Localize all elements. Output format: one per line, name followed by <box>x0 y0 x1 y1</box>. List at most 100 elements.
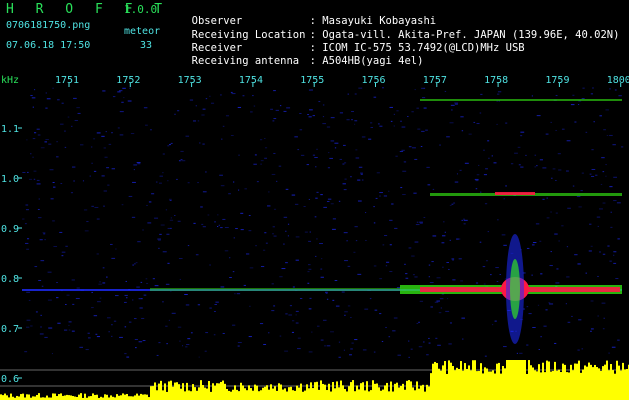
noise-speck <box>124 353 127 355</box>
meteor-echo-spread <box>510 259 520 319</box>
noise-speck <box>435 337 438 339</box>
histogram-bar <box>480 363 482 400</box>
noise-speck <box>211 102 215 104</box>
histogram-bar <box>538 364 540 400</box>
noise-speck <box>106 276 108 278</box>
noise-speck <box>272 120 275 122</box>
noise-speck <box>179 278 181 280</box>
histogram-bar <box>364 390 366 400</box>
noise-speck <box>178 258 183 260</box>
noise-speck <box>420 146 423 148</box>
noise-speck <box>609 134 613 136</box>
noise-speck <box>577 263 581 265</box>
noise-speck <box>32 138 36 140</box>
noise-speck <box>603 129 606 131</box>
noise-speck <box>26 319 31 321</box>
noise-speck <box>233 237 235 239</box>
noise-speck <box>379 313 382 315</box>
noise-speck <box>399 150 404 152</box>
noise-speck <box>476 174 480 176</box>
noise-speck <box>532 327 536 329</box>
noise-speck <box>198 356 200 358</box>
noise-speck <box>103 205 105 207</box>
noise-speck <box>205 98 208 100</box>
noise-speck <box>328 152 330 154</box>
time-tick-label: 1759 <box>545 75 569 86</box>
histogram-bar <box>562 363 564 400</box>
histogram-bar <box>354 391 356 400</box>
noise-speck <box>255 245 257 247</box>
histogram-bar <box>212 383 214 400</box>
noise-speck <box>327 167 331 169</box>
histogram-bar <box>320 380 322 400</box>
histogram-bar <box>104 394 106 400</box>
histogram-bar <box>264 386 266 400</box>
histogram-bar <box>296 385 298 400</box>
histogram-bar <box>132 396 134 400</box>
noise-speck <box>468 133 472 135</box>
noise-speck <box>355 157 360 159</box>
noise-speck <box>195 105 197 107</box>
noise-speck <box>49 169 54 171</box>
noise-speck <box>287 235 289 237</box>
noise-speck <box>531 95 533 97</box>
noise-speck <box>554 233 558 235</box>
noise-speck <box>475 282 479 284</box>
noise-speck <box>482 266 486 268</box>
noise-speck <box>248 336 252 338</box>
time-tick-label: 1756 <box>362 75 386 86</box>
noise-speck <box>389 106 393 108</box>
noise-speck <box>410 348 413 350</box>
noise-speck <box>271 310 275 312</box>
noise-speck <box>229 277 232 279</box>
histogram-bar <box>166 391 168 400</box>
noise-speck <box>347 93 350 95</box>
histogram-bar <box>172 386 174 400</box>
histogram-bar <box>332 381 334 400</box>
noise-speck <box>108 143 112 145</box>
histogram-bar <box>250 388 252 400</box>
histogram-bar <box>288 387 290 400</box>
noise-speck <box>103 147 106 149</box>
noise-speck <box>98 283 102 285</box>
noise-speck <box>40 260 45 262</box>
histogram-bar <box>22 393 24 400</box>
noise-speck <box>224 250 229 252</box>
histogram-bar <box>142 394 144 400</box>
noise-speck <box>546 197 548 199</box>
noise-speck <box>397 354 401 356</box>
noise-speck <box>430 306 433 308</box>
noise-speck <box>451 203 454 205</box>
histogram-bar <box>574 363 576 400</box>
noise-speck <box>394 227 398 229</box>
noise-speck <box>68 321 72 323</box>
noise-speck <box>458 238 461 240</box>
noise-speck <box>318 101 321 103</box>
noise-speck <box>171 312 176 314</box>
noise-speck <box>590 245 593 247</box>
histogram-bar <box>412 387 414 400</box>
noise-speck <box>170 227 172 229</box>
noise-speck <box>168 319 171 321</box>
noise-speck <box>386 261 390 263</box>
noise-speck <box>97 301 101 303</box>
histogram-bar <box>336 381 338 400</box>
time-tick-label: 1752 <box>116 75 140 86</box>
noise-speck <box>103 190 107 192</box>
noise-speck <box>597 315 599 317</box>
noise-speck <box>452 279 456 281</box>
noise-speck <box>279 276 283 278</box>
noise-speck <box>582 87 585 89</box>
noise-speck <box>124 326 127 328</box>
histogram-bar <box>262 387 264 400</box>
noise-speck <box>308 308 312 310</box>
noise-speck <box>617 238 620 240</box>
histogram-bar <box>312 388 314 400</box>
noise-speck <box>133 169 135 171</box>
histogram-bar <box>146 394 148 400</box>
noise-speck <box>491 155 493 157</box>
noise-speck <box>402 170 407 172</box>
noise-speck <box>184 293 188 295</box>
noise-speck <box>451 258 455 260</box>
noise-speck <box>225 115 230 117</box>
